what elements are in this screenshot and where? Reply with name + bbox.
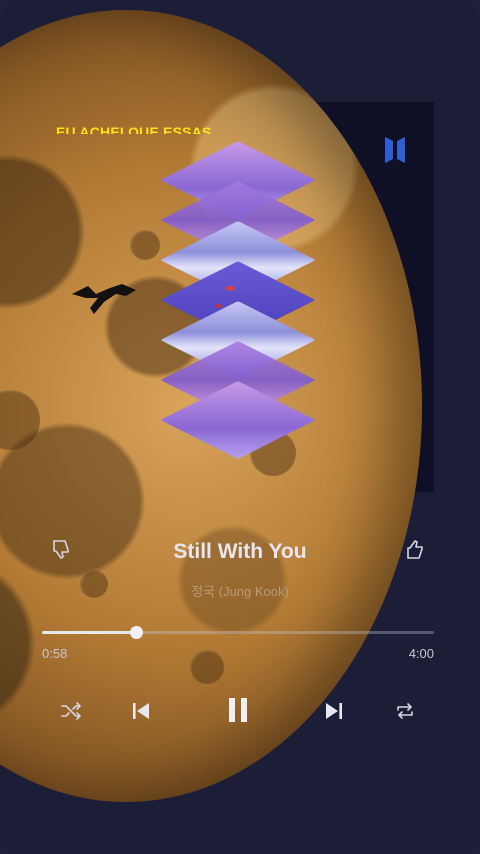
next-button[interactable]: [319, 696, 349, 726]
repeat-icon: [397, 703, 413, 719]
pause-icon: [229, 698, 247, 722]
progress-thumb[interactable]: [130, 626, 144, 639]
skip-next-icon: [326, 703, 342, 719]
overlay-caption: EU ACHEI QUE ESSAS: [56, 124, 212, 134]
repeat-button[interactable]: [390, 696, 420, 726]
progress-fill: [42, 631, 137, 634]
elapsed-time: 0:58: [42, 646, 68, 661]
song-artist: 정국 (Jung Kook): [191, 584, 289, 599]
skip-previous-icon: [133, 703, 149, 719]
thumbs-down-icon: [53, 540, 69, 559]
art-tile: [160, 381, 316, 459]
moon-crater: [130, 230, 160, 260]
layered-art-stack: [158, 140, 318, 460]
dancer-silhouette: [72, 284, 136, 314]
dislike-button[interactable]: [48, 535, 76, 563]
music-player-screen: EU ACHEI QUE ESSAS Still With You 정국 (Ju…: [0, 0, 480, 854]
moon-crater: [190, 650, 224, 684]
like-button[interactable]: [402, 536, 430, 564]
song-title: Still With You: [173, 540, 307, 563]
shuffle-button[interactable]: [56, 696, 86, 726]
band-logo-icon: [385, 137, 405, 163]
moon-crater: [0, 390, 40, 450]
total-duration: 4:00: [408, 646, 434, 661]
thumbs-up-icon: [407, 540, 423, 559]
progress-bar[interactable]: [42, 626, 434, 639]
pause-button[interactable]: [218, 690, 258, 730]
previous-button[interactable]: [126, 696, 156, 726]
shuffle-icon: [61, 702, 81, 720]
